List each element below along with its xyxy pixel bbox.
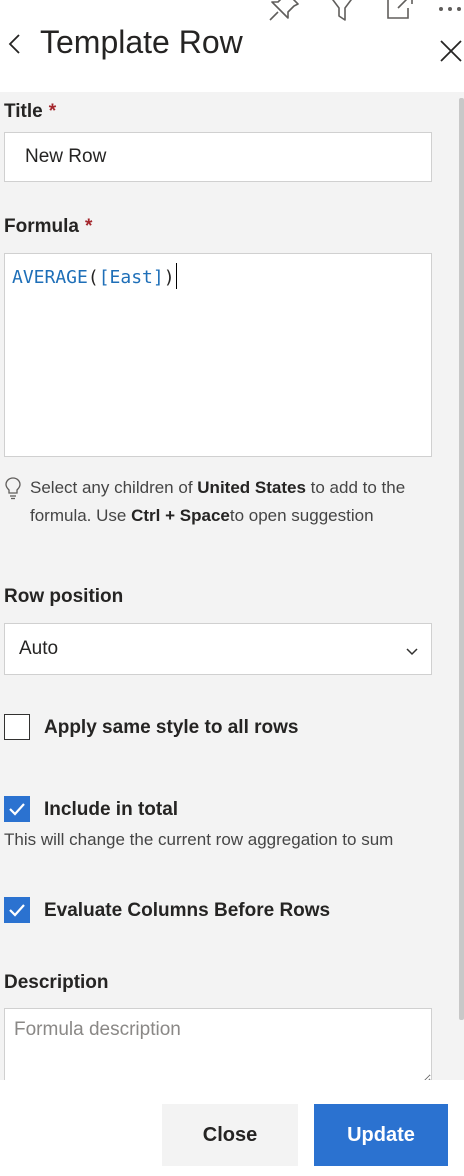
title-label: Title * [4,101,56,123]
form-panel[interactable]: Title* Formula* AVERAGE([East]) Select a… [0,92,464,1080]
text-caret [175,263,177,289]
formula-close-paren: ) [163,267,175,288]
evaluate-columns-label[interactable]: Evaluate Columns Before Rows [44,900,330,922]
chevron-down-icon [405,644,419,656]
required-mark: * [48,101,57,122]
description-textarea[interactable] [4,1008,432,1080]
include-total-note: This will change the current row aggrega… [4,830,394,849]
row-position-value: Auto [19,638,59,659]
evaluate-columns-checkbox[interactable] [4,897,30,923]
lightbulb-icon [4,476,22,500]
row-position-label: Row position [4,586,124,607]
update-button[interactable]: Update [314,1104,448,1166]
formula-label: Formula * [4,216,92,238]
hint-bold-shortcut: Ctrl + Space [131,506,230,525]
required-mark: * [84,216,93,237]
formula-reference: [East] [98,267,164,288]
panel-title: Template Row [40,24,243,60]
panel-footer: Close Update [0,1080,464,1176]
formula-function: AVERAGE [12,267,88,288]
description-label: Description [4,972,109,993]
apply-style-checkbox[interactable] [4,714,30,740]
back-chevron-icon[interactable] [4,30,26,60]
row-position-dropdown[interactable]: Auto [4,623,432,675]
hint-bold-entity: United States [197,478,306,497]
include-total-label[interactable]: Include in total [44,799,178,821]
close-button[interactable]: Close [162,1104,298,1166]
include-total-checkbox[interactable] [4,796,30,822]
close-icon[interactable] [438,38,464,64]
hint-prefix: Select any children of [30,478,193,497]
formula-open-paren: ( [87,267,99,288]
formula-label-text: Formula [4,216,79,237]
formula-editor[interactable]: AVERAGE([East]) [4,253,432,457]
panel-header: Template Row [0,0,464,92]
panel-scrollbar[interactable] [459,98,464,1020]
checkmark-icon [9,803,25,816]
hint-suffix: to open suggestion [229,506,374,525]
pin-icon[interactable] [266,0,302,29]
expand-icon[interactable] [382,0,418,29]
title-input[interactable] [4,132,432,182]
hint-text: Select any children of United States to … [30,474,430,530]
more-icon[interactable] [436,0,464,29]
checkmark-icon [9,904,25,917]
filter-icon[interactable] [324,0,360,29]
apply-style-label[interactable]: Apply same style to all rows [44,717,298,739]
title-label-text: Title [4,101,43,122]
